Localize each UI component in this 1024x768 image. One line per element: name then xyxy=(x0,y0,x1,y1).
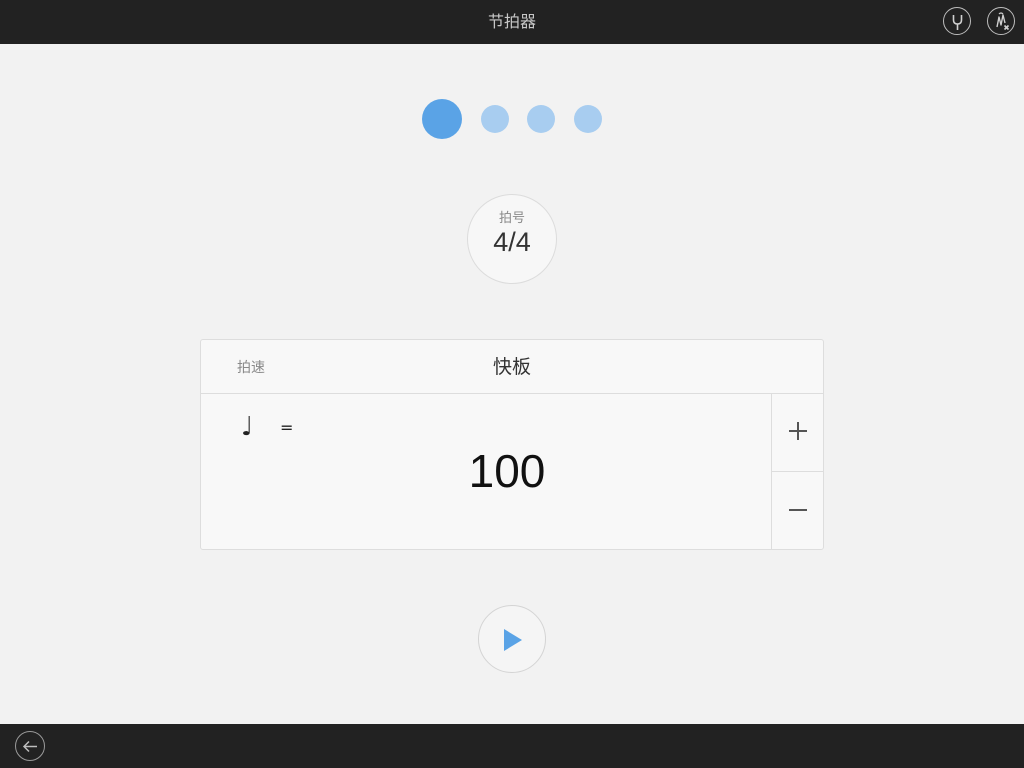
vibration-toggle-button[interactable] xyxy=(987,7,1015,35)
beat-dot xyxy=(527,105,555,133)
bpm-stepper xyxy=(771,393,823,549)
bottom-bar xyxy=(0,724,1024,768)
tempo-panel: 拍速 快板 ♩ = 100 xyxy=(200,339,824,550)
back-arrow-icon xyxy=(22,740,37,753)
tempo-header: 拍速 快板 xyxy=(201,340,823,394)
time-signature-value: 4/4 xyxy=(493,227,531,257)
tempo-marking: 快板 xyxy=(492,356,531,378)
time-signature-label: 拍号 xyxy=(498,211,525,226)
back-button[interactable] xyxy=(15,731,45,761)
increase-tempo-button[interactable] xyxy=(772,393,823,472)
vibration-off-icon xyxy=(996,12,1010,31)
beat-indicator xyxy=(0,99,1024,139)
equals-sign: = xyxy=(280,418,294,437)
beat-dot xyxy=(481,105,509,133)
plus-icon xyxy=(789,422,807,440)
play-icon xyxy=(504,629,522,651)
beat-dot-active xyxy=(422,99,462,139)
decrease-tempo-button[interactable] xyxy=(772,472,823,549)
play-button[interactable] xyxy=(478,605,546,673)
top-bar: 节拍器 xyxy=(0,0,1024,44)
tuner-button[interactable] xyxy=(943,7,971,35)
minus-icon xyxy=(789,509,807,511)
beat-dot xyxy=(574,105,602,133)
page-title: 节拍器 xyxy=(487,12,536,31)
metronome-app: 节拍器 拍号 4/4 拍速 快板 ♩ = 100 xyxy=(0,0,1024,768)
bpm-value[interactable]: 100 xyxy=(201,444,813,498)
quarter-note-icon: ♩ xyxy=(241,412,254,442)
tuning-fork-icon xyxy=(952,15,963,30)
time-signature-button[interactable]: 拍号 4/4 xyxy=(467,194,557,284)
